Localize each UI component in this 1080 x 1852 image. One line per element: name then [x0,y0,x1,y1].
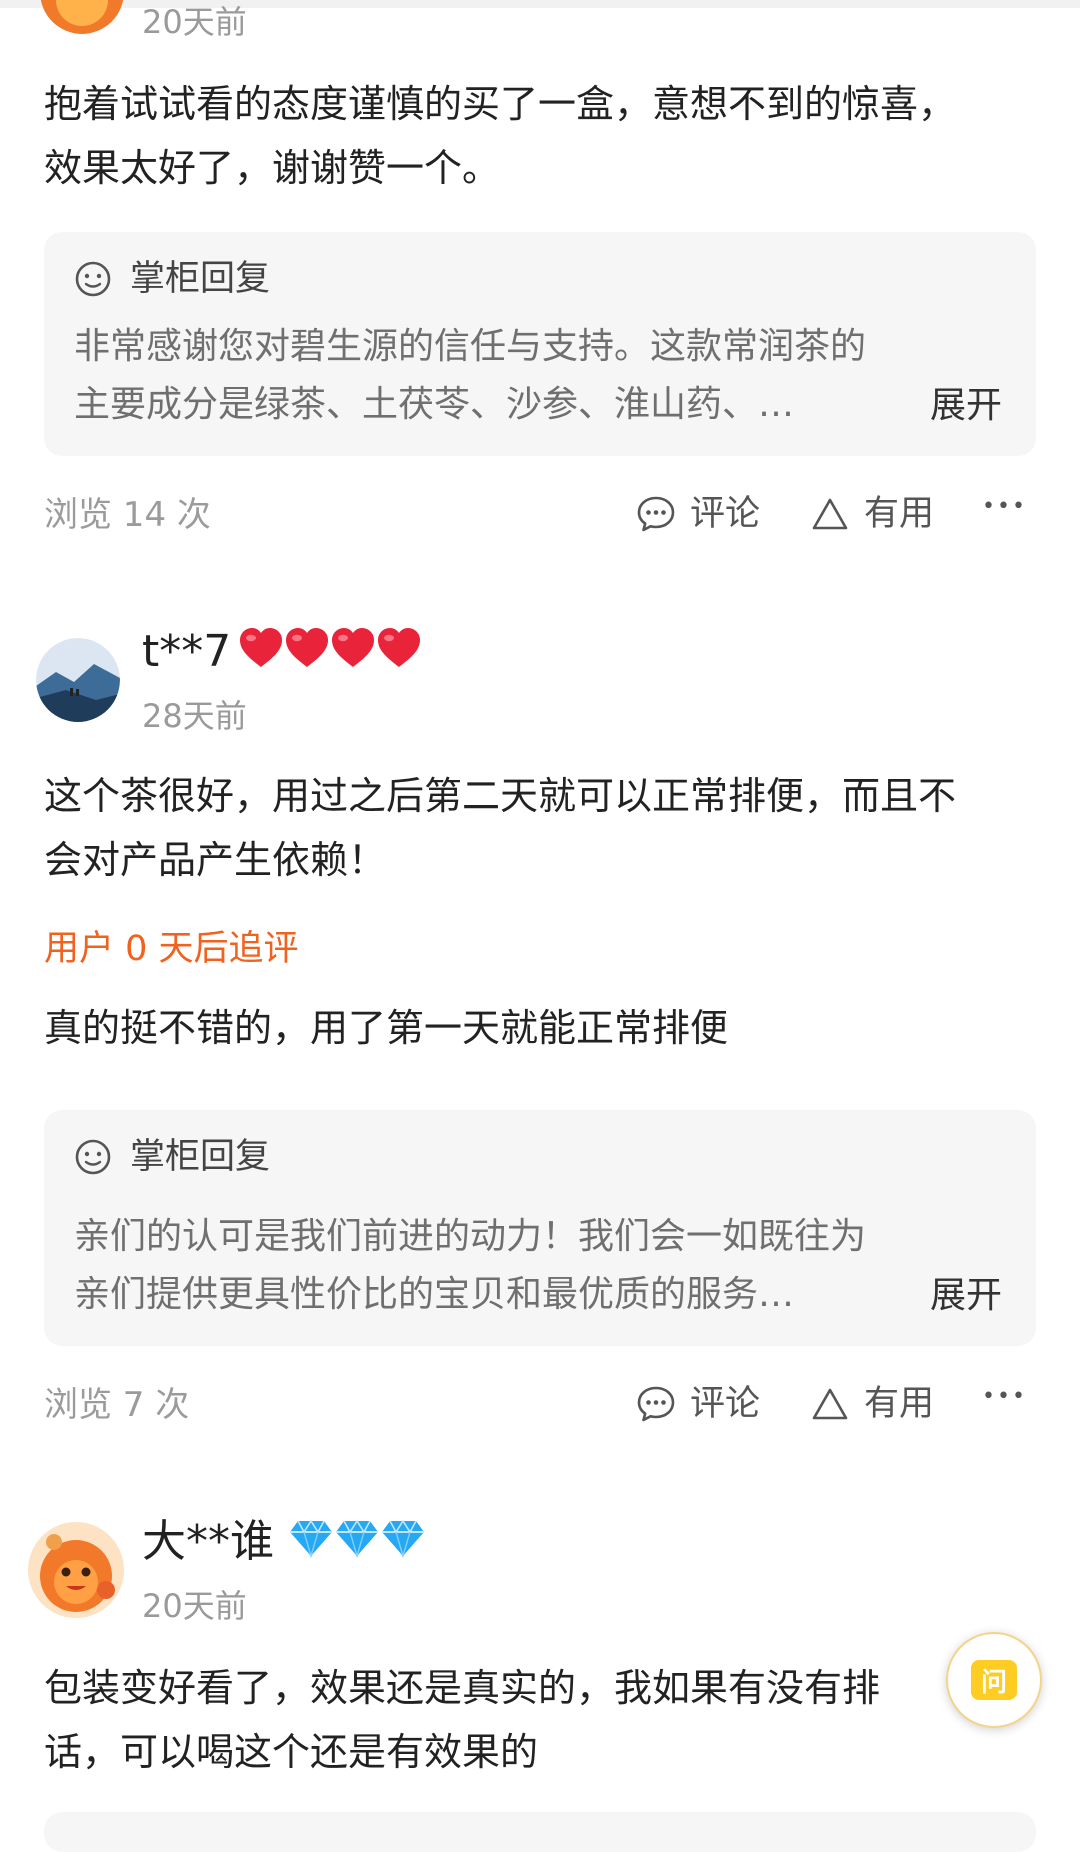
avatar[interactable] [26,1520,126,1620]
review-text: 包装变好看了，效果还是真实的，我如果有没有排 话，可以喝这个还是有效果的 [44,1656,1044,1784]
thumb-triangle-icon [812,498,848,530]
useful-label: 有用 [864,1383,935,1424]
seller-reply-label: 掌柜回复 [130,258,271,299]
useful-label: 有用 [864,493,935,534]
review-text-line: 抱着试试看的态度谨慎的买了一盒，意想不到的惊喜， [44,82,957,126]
seller-reply-text: 非常感谢您对碧生源的信任与支持。这款常润茶的 主要成分是绿茶、土茯苓、沙参、淮山… [74,326,867,425]
comment-button[interactable]: 评论 [636,494,760,534]
more-menu-button[interactable]: ••• [982,1386,1027,1408]
followup-text: 真的挺不错的，用了第一天就能正常排便 [44,1006,729,1050]
avatar[interactable] [36,638,120,722]
review-text-line: 效果太好了，谢谢赞一个。 [44,146,501,190]
view-count: 浏览 14 次 [44,495,211,535]
view-count: 浏览 7 次 [44,1385,190,1425]
comment-icon [637,1386,675,1422]
reviewer-name: 大**谁 [142,1516,274,1567]
seller-smile-icon [75,1139,111,1175]
comment-label: 评论 [690,493,761,534]
seller-reply-text: 亲们的认可是我们前进的动力！我们会一如既往为 亲们提供更具性价比的宝贝和最优质的… [74,1216,867,1315]
seller-reply-label: 掌柜回复 [130,1136,271,1177]
review-text-line: 话，可以喝这个还是有效果的 [44,1730,539,1774]
useful-button[interactable]: 有用 [810,1384,934,1424]
diamond-icon [382,1519,424,1558]
seller-reply: 掌柜回复 非常感谢您对碧生源的信任与支持。这款常润茶的 主要成分是绿茶、土茯苓、… [44,232,1036,456]
useful-button[interactable]: 有用 [810,494,934,534]
heart-icon [286,628,328,667]
heart-icon [240,628,282,667]
heart-icon [332,628,374,667]
review-date: 28天前 [142,697,247,735]
review-text: 抱着试试看的态度谨慎的买了一盒，意想不到的惊喜， 效果太好了，谢谢赞一个。 [44,72,1044,200]
comment-button[interactable]: 评论 [636,1384,760,1424]
review-date: 20天前 [142,3,247,41]
review-text-line: 会对产品产生依赖！ [44,838,387,882]
seller-smile-icon [75,261,111,297]
member-level-badge [288,1518,426,1558]
question-icon: 问 [971,1660,1017,1700]
seller-reply [44,1812,1036,1852]
comment-icon [637,496,675,532]
diamond-icon [336,1519,378,1558]
reviewer-name: t**7 [142,626,232,677]
avatar[interactable] [40,0,124,34]
comment-label: 评论 [690,1383,761,1424]
review-text-line: 包装变好看了，效果还是真实的，我如果有没有排 [44,1666,881,1710]
expand-button[interactable]: 展开 [930,1278,1002,1314]
review-date: 20天前 [142,1587,247,1625]
review-text-line: 这个茶很好，用过之后第二天就可以正常排便，而且不 [44,774,957,818]
expand-button[interactable]: 展开 [930,388,1002,424]
heart-icon [378,628,420,667]
seller-reply: 掌柜回复 亲们的认可是我们前进的动力！我们会一如既往为 亲们提供更具性价比的宝贝… [44,1110,1036,1346]
ask-question-button[interactable]: 问 [946,1632,1042,1728]
more-menu-button[interactable]: ••• [982,496,1027,518]
thumb-triangle-icon [812,1388,848,1420]
member-level-badge [238,626,422,670]
diamond-icon [290,1519,332,1558]
review-text: 这个茶很好，用过之后第二天就可以正常排便，而且不 会对产品产生依赖！ [44,764,1054,892]
followup-title: 用户 0 天后追评 [44,929,299,969]
